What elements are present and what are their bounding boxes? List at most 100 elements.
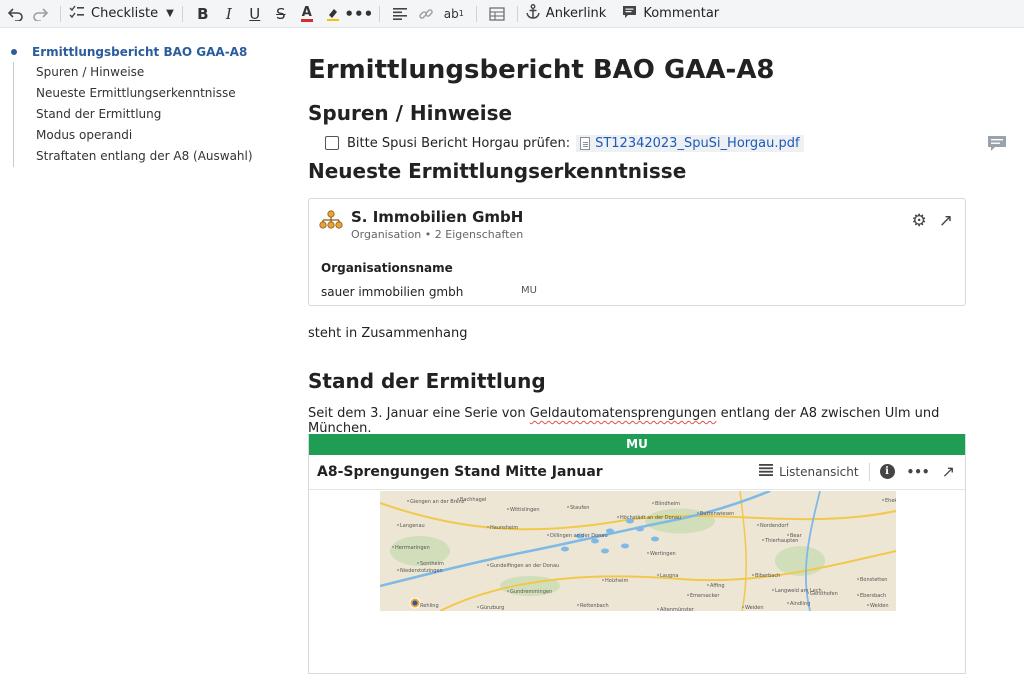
toolbar-divider [475, 5, 477, 22]
task-checkbox[interactable] [325, 136, 339, 150]
map-place-label: Biberbach [755, 573, 780, 579]
more-icon[interactable]: ••• [907, 465, 930, 479]
map-place-label: Niederstotzingen [400, 568, 443, 574]
map-town-dot [867, 604, 869, 606]
map-town-dot [752, 574, 754, 576]
map-widget: MU A8-Sprengungen Stand Mitte Januar Lis… [308, 434, 966, 674]
anchor-link-button[interactable]: Ankerlink [526, 2, 606, 26]
list-view-button[interactable]: Listenansicht [759, 464, 859, 479]
superscript-icon[interactable]: ab 1 [440, 2, 468, 26]
map-town-dot [657, 574, 659, 576]
map-town-dot [477, 606, 479, 608]
map-place-label: Blindheim [655, 501, 680, 507]
map-place-label: Langenau [400, 523, 425, 529]
text-color-icon[interactable]: A [295, 2, 319, 26]
toolbar-divider [516, 5, 518, 22]
open-external-icon[interactable]: ↗ [939, 211, 953, 231]
outline-item-modus[interactable]: Modus operandi [36, 125, 268, 146]
map-place-label: Weiden [745, 605, 764, 611]
map-town-dot [652, 502, 654, 504]
attachment-link[interactable]: ST12342023_SpuSi_Horgau.pdf [576, 134, 804, 152]
document-body: Ermittlungsbericht BAO GAA-A8 Spuren / H… [308, 48, 968, 674]
map-town-dot [807, 592, 809, 594]
outline-item-spuren[interactable]: Spuren / Hinweise [36, 62, 268, 83]
map-place-label: Rettenbach [580, 603, 609, 609]
map-town-dot [487, 526, 489, 528]
section-heading-erkenntnisse: Neueste Ermittlungserkenntnisse [308, 159, 687, 183]
list-icon [759, 464, 774, 479]
undo-icon[interactable] [4, 2, 28, 26]
map-town-dot [647, 552, 649, 554]
map-place-label: Wertingen [650, 551, 676, 557]
paragraph-text-start: Seit dem 3. Januar eine Serie von [308, 406, 530, 421]
table-icon[interactable] [485, 2, 509, 26]
organisation-icon [319, 210, 343, 234]
outline-item-erkenntnisse[interactable]: Neueste Ermittlungserkenntnisse [36, 83, 268, 104]
toolbar-divider [868, 462, 870, 481]
comment-button[interactable]: Kommentar [622, 2, 719, 26]
map-town-dot [857, 594, 859, 596]
more-icon[interactable]: ••• [344, 2, 373, 26]
outline-item-stand[interactable]: Stand der Ermittlung [36, 104, 268, 125]
bold-icon[interactable]: B [191, 2, 215, 26]
entity-card-titles: S. Immobilien GmbH Organisation • 2 Eige… [351, 207, 523, 243]
map-town-dot [567, 506, 569, 508]
classification-banner: MU [309, 434, 965, 455]
gear-icon[interactable]: ⚙ [912, 211, 927, 231]
map-town-dot [742, 606, 744, 608]
map-place-label: Günzburg [480, 605, 504, 611]
map-place-label: Bachhagel [460, 497, 486, 503]
link-icon[interactable] [414, 2, 438, 26]
outline-root-item[interactable]: Ermittlungsbericht BAO GAA-A8 [8, 42, 268, 62]
map-incident-marker-center [412, 600, 418, 606]
map-place-label: Holzheim [605, 578, 628, 584]
redo-icon[interactable] [28, 2, 52, 26]
map-place-label: Gundelfingen an der Donau [490, 563, 559, 569]
map-place-label: Ehek [885, 498, 896, 504]
map-place-label: Altenmünster [660, 607, 695, 611]
map-town-dot [397, 569, 399, 571]
map-town-dot [697, 512, 699, 514]
map-town-dot [457, 498, 459, 500]
map-town-dot [417, 562, 419, 564]
list-view-label: Listenansicht [779, 464, 859, 479]
file-icon [580, 136, 591, 150]
entity-card[interactable]: S. Immobilien GmbH Organisation • 2 Eige… [308, 198, 966, 306]
strikethrough-icon[interactable]: S [269, 2, 293, 26]
entity-subtitle: Organisation • 2 Eigenschaften [351, 228, 524, 241]
map-place-label: Gundremmingen [510, 589, 552, 595]
property-label: Organisationsname [321, 261, 453, 275]
comment-label: Kommentar [643, 6, 720, 21]
add-comment-icon[interactable] [987, 135, 1007, 157]
outline-children: Spuren / Hinweise Neueste Ermittlungserk… [13, 62, 268, 167]
map-lake [636, 526, 644, 532]
italic-icon[interactable]: I [217, 2, 241, 26]
map-place-label: Emersacker [690, 593, 720, 599]
map-place-label: Dillingen an der Donau [550, 533, 608, 539]
map-place-label: Giengen an der Brenz [410, 499, 465, 505]
outline-root-label: Ermittlungsbericht BAO GAA-A8 [32, 45, 248, 59]
map-place-label: Staufen [570, 505, 589, 511]
map-place-label: Herrmaringen [395, 545, 430, 551]
entity-card-header: S. Immobilien GmbH Organisation • 2 Eige… [319, 207, 523, 243]
map-place-label: Ebersbach [860, 593, 886, 599]
map-place-label: Nordendorf [760, 523, 788, 529]
map-canvas[interactable]: Giengen an der BrenzBachhagel Wittislinge… [380, 491, 896, 611]
info-icon[interactable]: i [879, 464, 895, 479]
align-icon[interactable] [388, 2, 412, 26]
map-lake [621, 543, 629, 549]
underline-icon[interactable]: U [243, 2, 267, 26]
map-place-label: Wittislingen [510, 507, 540, 513]
map-town-dot [687, 594, 689, 596]
map-lake [651, 536, 659, 542]
toolbar-divider [181, 5, 183, 22]
outline-item-straftaten[interactable]: Straftaten entlang der A8 (Auswahl) [36, 146, 268, 167]
property-value: sauer immobilien gmbh [321, 285, 464, 299]
map-town-dot [487, 564, 489, 566]
spellcheck-marked-word[interactable]: Geldautomatensprengungen [530, 406, 717, 421]
open-external-icon[interactable]: ↗ [942, 462, 955, 481]
attachment-filename: ST12342023_SpuSi_Horgau.pdf [595, 135, 800, 151]
checklist-dropdown[interactable]: Checkliste ▼ [69, 2, 174, 26]
highlight-icon[interactable] [321, 2, 345, 26]
toolbar-divider [60, 5, 61, 22]
